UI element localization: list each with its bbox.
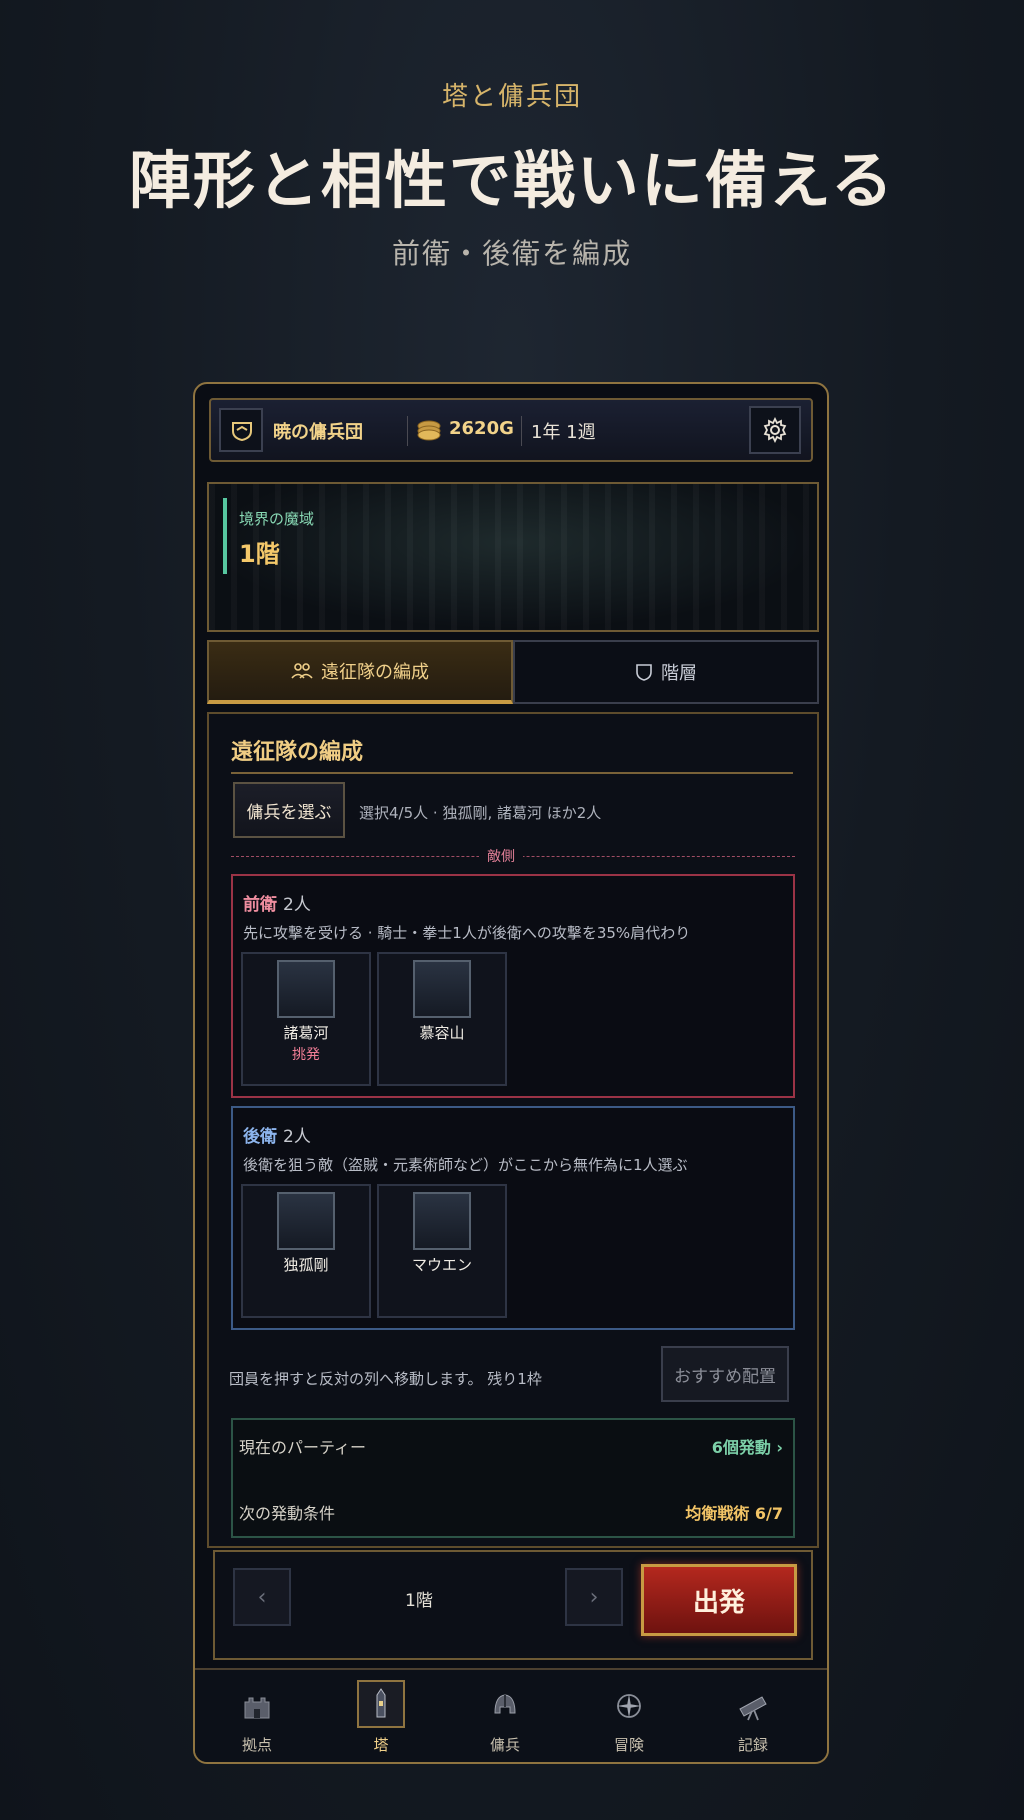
top-status-bar: 暁の傭兵団 2620G 1年 1週 [209,398,813,462]
helmet-icon [485,1686,525,1726]
nav-label: 傭兵 [489,1736,520,1754]
telescope-icon [733,1686,773,1726]
front-row-count: 2人 [283,895,311,915]
front-row-description: 先に攻撃を受ける · 騎士・拳士1人が後衛への攻撃を35%肩代わり [243,924,691,942]
castle-icon [237,1686,277,1726]
back-row-description: 後衛を狙う敵（盗賊・元素術師など）がここから無作為に1人選ぶ [243,1156,688,1174]
selection-info: 選択4/5人 · 独孤剛, 諸葛河 ほか2人 [359,804,602,822]
unit-card[interactable]: 諸葛河 挑発 [241,952,371,1086]
tab-bar: 遠征隊の編成 階層 [207,640,819,704]
front-row-header: 前衛 2人 [243,890,311,915]
area-name: 境界の魔域 [239,510,315,528]
unit-tag: 挑発 [292,1047,320,1063]
unit-name: 慕容山 [419,1024,465,1042]
gold-amount: 2620G [449,418,514,439]
divider [231,772,793,774]
enemy-side-label: 敵側 [479,846,523,866]
guild-emblem-icon[interactable] [219,408,263,452]
select-mercenaries-button[interactable]: 傭兵を選ぶ [233,782,345,838]
tab-party-formation[interactable]: 遠征隊の編成 [207,640,513,704]
back-row-name: 後衛 [243,1127,277,1147]
unit-name: 諸葛河 [283,1024,329,1042]
previous-floor-button[interactable]: ‹ [233,1568,291,1626]
panel-title: 遠征隊の編成 [231,740,364,765]
shield-icon [636,664,652,681]
front-row-group: 前衛 2人 先に攻撃を受ける · 騎士・拳士1人が後衛への攻撃を35%肩代わり 諸… [231,874,795,1098]
guild-name: 暁の傭兵団 [273,422,363,443]
formation-panel: 遠征隊の編成 傭兵を選ぶ 選択4/5人 · 独孤剛, 諸葛河 ほか2人 敵側 前… [207,712,819,1548]
back-row-count: 2人 [283,1127,311,1147]
unit-name: 独孤剛 [283,1256,329,1274]
unit-portrait [277,1192,335,1250]
gear-icon [763,417,787,443]
nav-base[interactable]: 拠点 [195,1670,319,1762]
settings-button[interactable] [749,406,801,454]
coins-icon [415,419,443,445]
unit-portrait [413,960,471,1018]
divider [521,416,522,446]
bottom-navigation: 拠点 塔 傭兵 冒険 記録 [195,1668,827,1762]
tab-label: 遠征隊の編成 [321,662,429,683]
nav-label: 冒険 [613,1736,644,1754]
tower-icon [357,1680,405,1728]
back-row-group: 後衛 2人 後衛を狙う敵（盗賊・元素術師など）がここから無作為に1人選ぶ 独孤剛 … [231,1106,795,1330]
unit-card[interactable]: 独孤剛 [241,1184,371,1318]
front-row-name: 前衛 [243,895,277,915]
game-date: 1年 1週 [531,422,596,443]
divider [407,416,408,446]
current-floor: 1階 [239,540,280,568]
recommended-placement-button[interactable]: おすすめ配置 [661,1346,789,1402]
tab-label: 階層 [661,663,697,684]
unit-name: マウエン [411,1256,472,1274]
next-floor-button[interactable]: › [565,1568,623,1626]
floor-selector-bar: ‹ 1階 › 出発 [213,1550,813,1660]
nav-label: 塔 [373,1736,389,1754]
current-party-value: 6個発動 › [711,1438,783,1457]
depart-button[interactable]: 出発 [641,1564,797,1636]
floor-banner: 境界の魔域 1階 [207,482,819,632]
party-icon [291,663,313,679]
hero-subtitle: 塔と傭兵団 [441,82,582,112]
tab-floors[interactable]: 階層 [513,640,819,704]
nav-label: 拠点 [241,1736,272,1754]
nav-tower[interactable]: 塔 [319,1670,443,1762]
next-condition-value: 均衡戦術 6/7 [685,1504,783,1523]
hero-title: 陣形と相性で戦いに備える [128,144,896,217]
back-row-header: 後衛 2人 [243,1122,311,1147]
nav-adventure[interactable]: 冒険 [567,1670,691,1762]
next-condition-label: 次の発動条件 [239,1504,336,1523]
unit-portrait [413,1192,471,1250]
party-bonus-box[interactable]: 現在のパーティー 6個発動 › 次の発動条件 均衡戦術 6/7 [231,1418,795,1538]
nav-label: 記録 [737,1736,768,1754]
current-party-label: 現在のパーティー [239,1438,367,1457]
phone-screen: 暁の傭兵団 2620G 1年 1週 境界の魔域 1階 遠征隊の編成 階層 遠征隊… [193,382,829,1764]
unit-card[interactable]: 慕容山 [377,952,507,1086]
nav-mercenaries[interactable]: 傭兵 [443,1670,567,1762]
move-hint: 団員を押すと反対の列へ移動します。 残り1枠 [229,1370,542,1388]
floor-label: 1階 [405,1591,433,1611]
unit-card[interactable]: マウエン [377,1184,507,1318]
unit-portrait [277,960,335,1018]
compass-icon [609,1686,649,1726]
banner-accent-bar [223,498,227,574]
hero-caption: 前衛・後衛を編成 [391,237,632,270]
nav-records[interactable]: 記録 [691,1670,815,1762]
